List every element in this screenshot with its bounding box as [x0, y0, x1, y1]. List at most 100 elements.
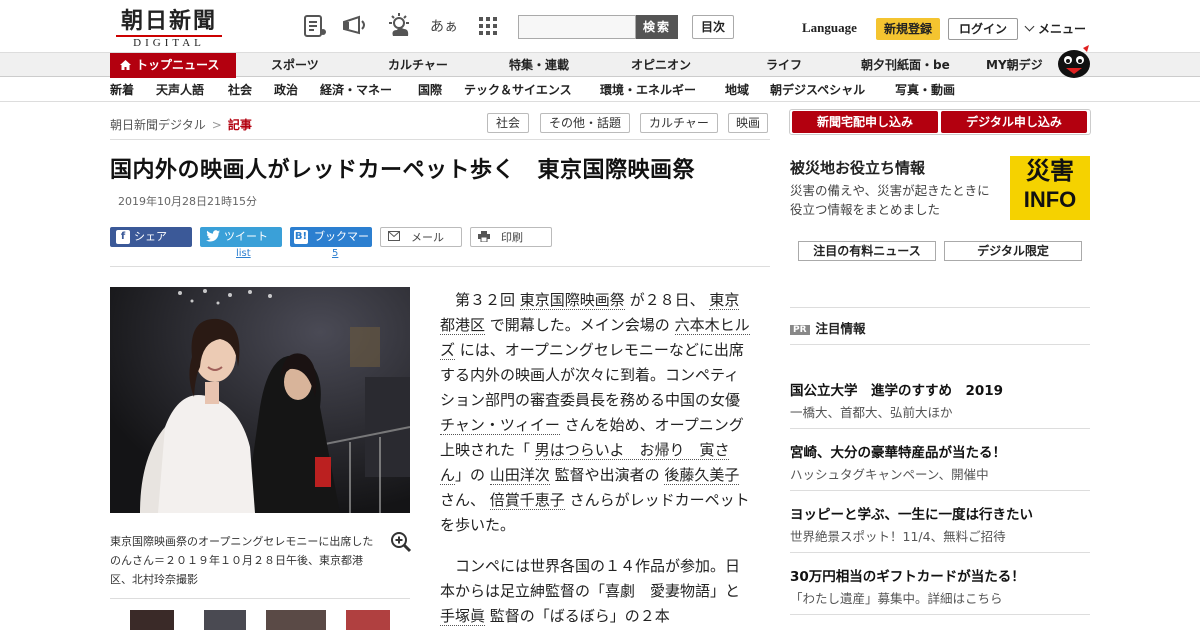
photo-thumbnail[interactable] [204, 610, 246, 630]
disaster-info-title[interactable]: 被災地お役立ち情報 [790, 157, 925, 178]
pr-ad-heading[interactable]: 国公立大学 進学のすすめ 2019 [790, 379, 1003, 399]
nav-features[interactable]: 特集・連載 [509, 53, 569, 78]
nav-sports[interactable]: スポーツ [271, 53, 319, 78]
language-link[interactable]: Language [802, 20, 857, 36]
article-keyword-link[interactable]: 後藤久美子 [664, 466, 740, 485]
article-photo[interactable] [110, 287, 410, 513]
subnav-photo-video[interactable]: 写真・動画 [895, 78, 955, 102]
nav-print-edition[interactable]: 朝夕刊紙面・be [861, 53, 950, 78]
mail-share-label: メール [411, 231, 444, 244]
hatena-bookmark-button[interactable]: B! ブックマーク [290, 227, 372, 263]
photo-thumbnail[interactable] [130, 610, 174, 630]
article-keyword-link[interactable]: 手塚眞 [440, 607, 486, 626]
divider [790, 307, 1090, 308]
article-text: には、オープニングセレモニーなどに出席する内外の映画人が次々に到着。コンペティシ… [440, 341, 744, 409]
twitter-share-label: ツイート [224, 230, 268, 243]
digital-subscribe-button[interactable]: デジタル申し込み [941, 111, 1087, 133]
article-keyword-link[interactable]: 東京国際映画祭 [519, 291, 625, 310]
hatena-bookmark-icon: B! [294, 230, 308, 244]
mail-icon [387, 231, 401, 245]
chevron-down-icon [1024, 21, 1035, 32]
tag-other-topics[interactable]: その他・話題 [540, 113, 630, 133]
subnav-society[interactable]: 社会 [228, 78, 252, 102]
subnav-new[interactable]: 新着 [110, 78, 134, 102]
subnav-tech[interactable]: テック＆サイエンス [464, 78, 572, 102]
article-text: が２８日、 [624, 291, 710, 309]
nav-culture[interactable]: カルチャー [388, 53, 448, 78]
subnav-economy[interactable]: 経済・マネー [320, 78, 392, 102]
weather-icon[interactable] [385, 12, 413, 40]
subnav-special[interactable]: 朝デジスペシャル [770, 78, 865, 102]
pr-ad-heading[interactable]: 30万円相当のギフトカードが当たる！ [790, 565, 1025, 585]
photo-thumbnail[interactable] [266, 610, 326, 630]
divider [110, 598, 410, 599]
subnav-tenseijingo[interactable]: 天声人語 [156, 78, 204, 102]
divider [790, 428, 1090, 429]
menu-label: メニュー [1038, 22, 1087, 36]
logo-kanji: 朝日新聞 [120, 8, 217, 34]
divider [110, 266, 770, 267]
font-size-icon[interactable]: あぁ [430, 12, 458, 40]
disaster-info-banner[interactable]: 災害 INFO [1010, 156, 1090, 220]
zoom-icon[interactable] [390, 531, 412, 553]
divider [790, 552, 1090, 553]
nav-opinion[interactable]: オピニオン [631, 53, 691, 78]
login-button[interactable]: ログイン [948, 18, 1018, 40]
search-button[interactable]: 検索 [636, 15, 678, 39]
pr-heading: PR 注目情報 [790, 318, 866, 337]
tab-paid-news[interactable]: 注目の有料ニュース [798, 241, 936, 261]
subnav-politics[interactable]: 政治 [274, 78, 298, 102]
site-logo[interactable]: 朝日新聞 DIGITAL [110, 8, 228, 49]
article-text: 」の [455, 466, 490, 484]
pr-badge: PR [790, 325, 810, 335]
tag-culture[interactable]: カルチャー [640, 113, 718, 133]
hatena-bookmark-label: ブックマーク [314, 230, 369, 263]
newspaper-subscribe-button[interactable]: 新聞宅配申し込み [792, 111, 938, 133]
divider [790, 614, 1090, 615]
main-nav: トップニュース スポーツ カルチャー 特集・連載 オピニオン ライフ 朝夕刊紙面… [0, 52, 1200, 78]
print-button[interactable]: 印刷 [470, 227, 552, 247]
twitter-count[interactable]: list [236, 248, 251, 259]
mail-share-button[interactable]: メール [380, 227, 462, 247]
pr-ad-heading[interactable]: 宮崎、大分の豪華特産品が当たる！ [790, 441, 1006, 461]
nav-my-asadigi[interactable]: MY朝デジ [986, 53, 1043, 78]
facebook-icon: f [116, 230, 130, 244]
megaphone-icon[interactable] [341, 12, 369, 40]
nav-life[interactable]: ライフ [766, 53, 802, 78]
article-text: さん、 [440, 491, 490, 509]
facebook-share-button[interactable]: f シェア [110, 227, 192, 247]
breadcrumb: 朝日新聞デジタル > 記事 [110, 116, 252, 133]
article-text: 第３２回 [455, 291, 520, 309]
nav-top-news[interactable]: トップニュース [110, 53, 236, 78]
article-keyword-link[interactable]: 山田洋次 [489, 466, 550, 485]
tag-society[interactable]: 社会 [487, 113, 529, 133]
breadcrumb-home[interactable]: 朝日新聞デジタル [110, 118, 206, 132]
search-input[interactable] [518, 15, 636, 39]
photo-thumbnail[interactable] [346, 610, 390, 630]
contents-button[interactable]: 目次 [692, 15, 734, 39]
grid-menu-icon[interactable] [474, 12, 502, 40]
disaster-banner-top: 災害 [1026, 157, 1074, 185]
print-label: 印刷 [501, 231, 523, 244]
subnav-environment[interactable]: 環境・エネルギー [600, 78, 696, 102]
divider [110, 139, 770, 140]
tag-movie[interactable]: 映画 [728, 113, 768, 133]
twitter-bird-icon [206, 230, 220, 244]
pr-ad-heading[interactable]: ヨッピーと学ぶ、一生に一度は行きたい [790, 503, 1033, 523]
article-keyword-link[interactable]: 倍賞千恵子 [489, 491, 565, 510]
register-button[interactable]: 新規登録 [876, 18, 940, 40]
subnav-region[interactable]: 地域 [725, 78, 749, 102]
article-paragraph: 第３２回 東京国際映画祭 が２８日、 東京都港区 で開幕した。メイン会場の 六本… [440, 288, 750, 538]
article-keyword-link[interactable]: チャン・ツィイー [440, 416, 560, 435]
article-body: 第３２回 東京国際映画祭 が２８日、 東京都港区 で開幕した。メイン会場の 六本… [440, 288, 750, 630]
news-paper-icon[interactable] [301, 12, 329, 40]
menu-button[interactable]: メニュー [1024, 20, 1087, 37]
disaster-info-text: 災害の備えや、災害が起きたときに役立つ情報をまとめました [790, 183, 990, 217]
pr-title: 注目情報 [815, 321, 866, 336]
nav-item-label: トップニュース [136, 58, 220, 72]
twitter-share-button[interactable]: ツイート [200, 227, 282, 247]
tab-digital-only[interactable]: デジタル限定 [944, 241, 1082, 261]
subnav-international[interactable]: 国際 [418, 78, 442, 102]
hatena-count[interactable]: 5 [332, 248, 338, 259]
photo-caption: 東京国際映画祭のオープニングセレモニーに出席したのんさん＝２０１９年１０月２８日… [110, 535, 374, 586]
